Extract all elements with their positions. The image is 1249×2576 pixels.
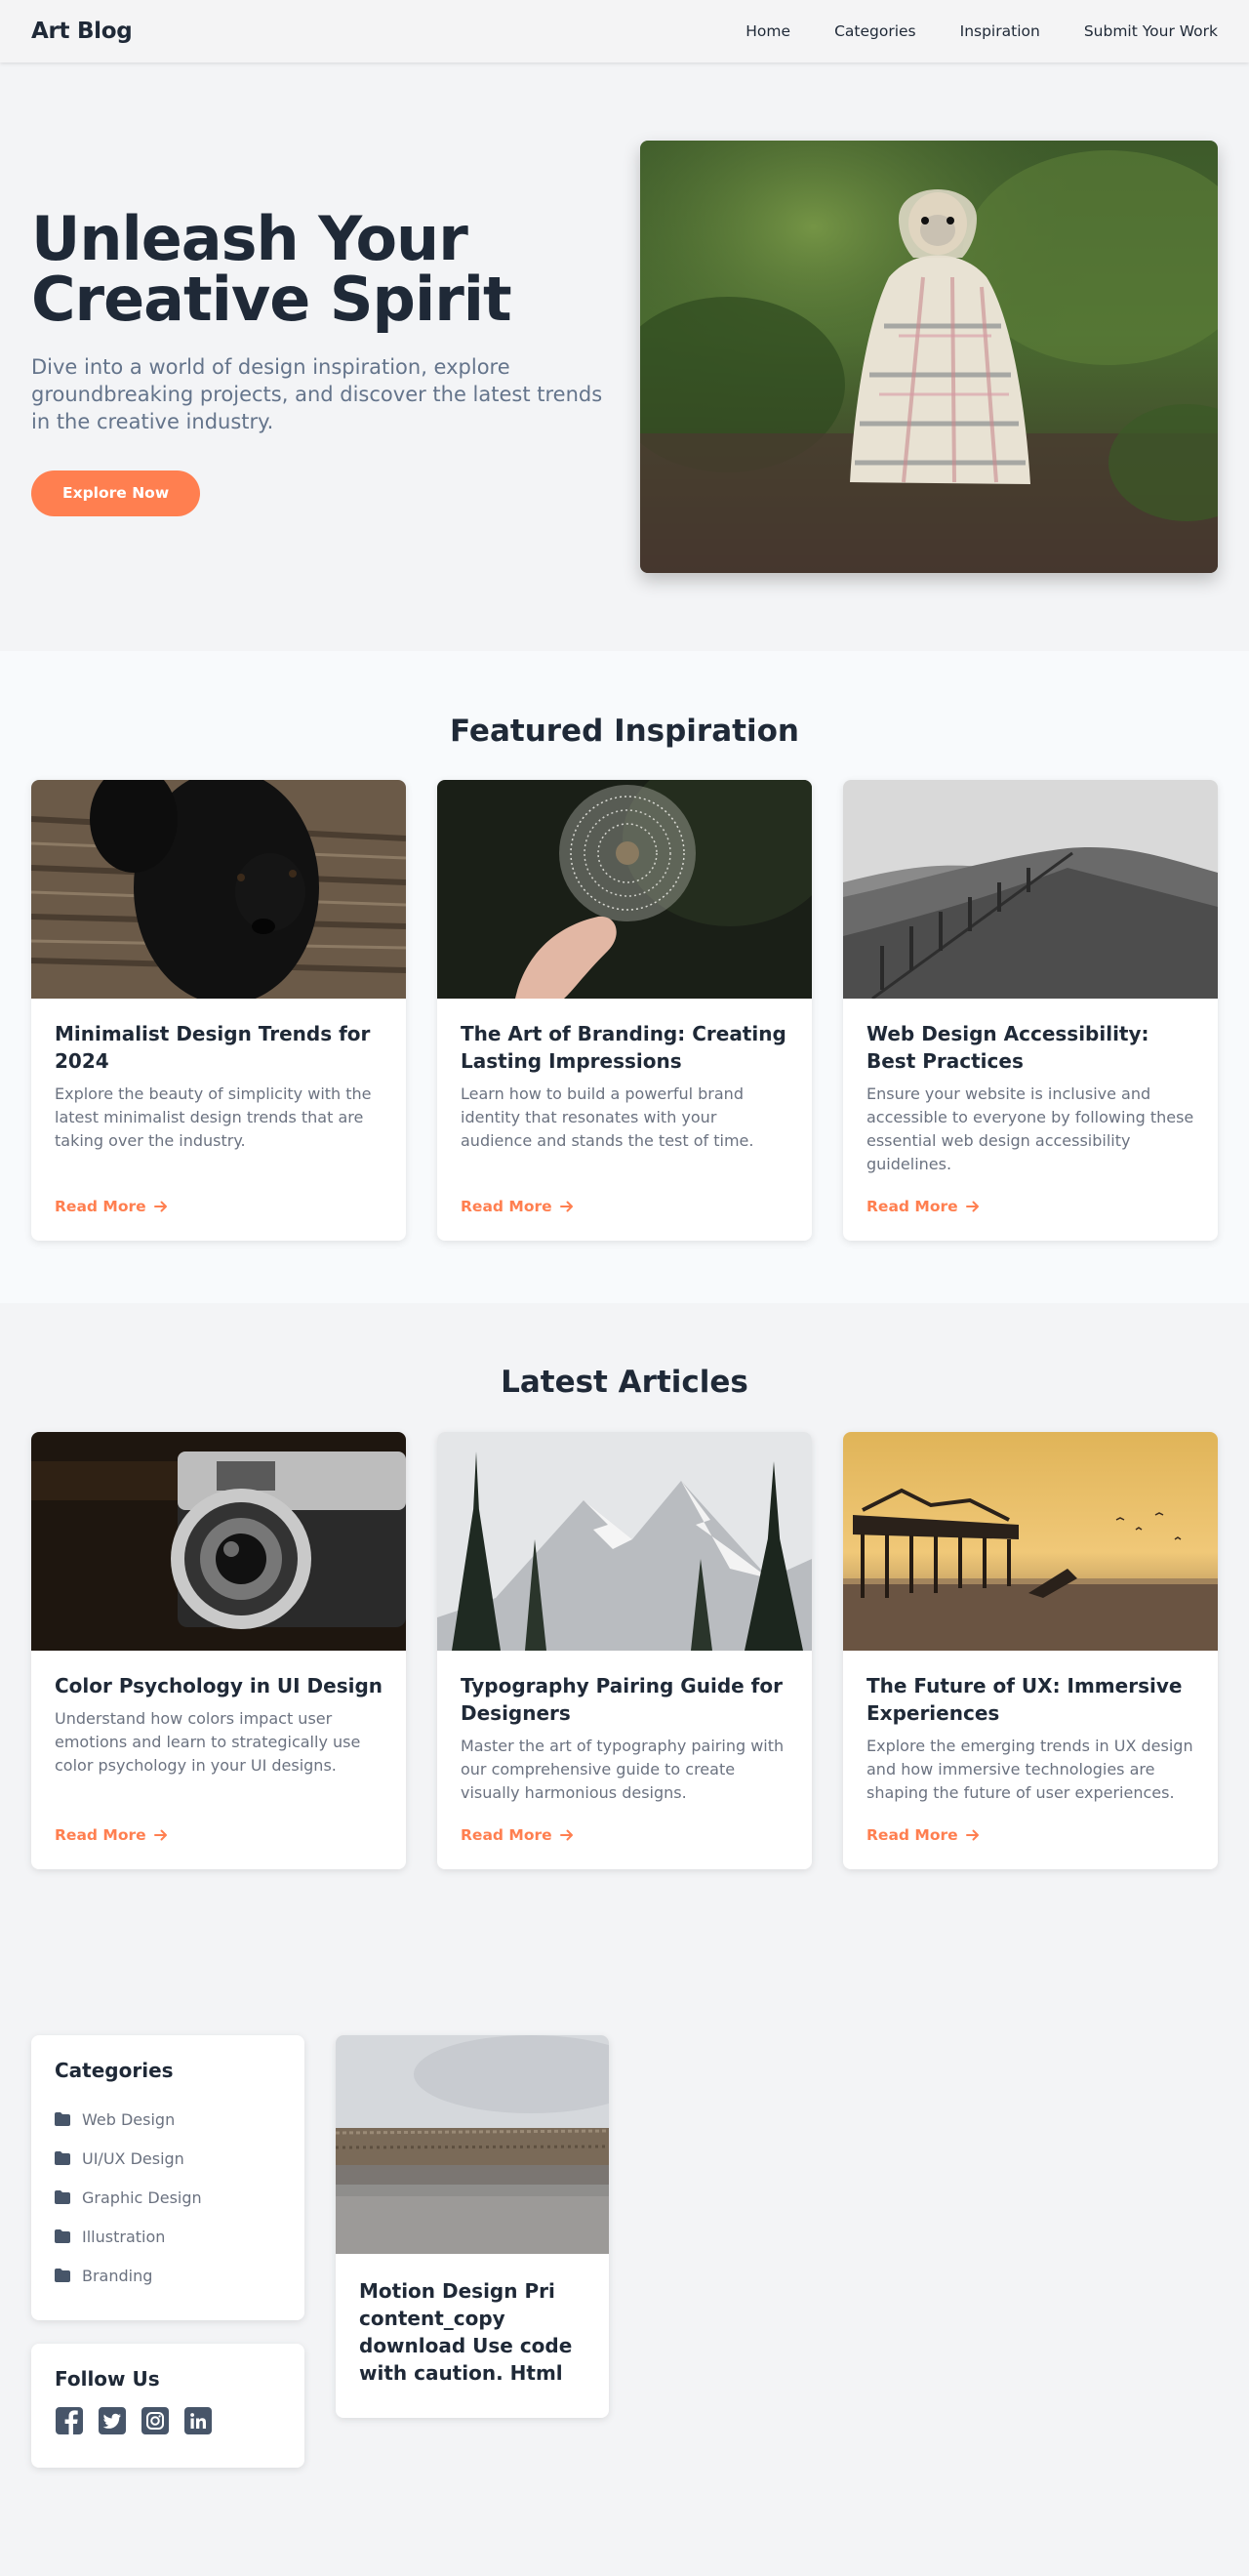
explore-now-button[interactable]: Explore Now [31, 470, 201, 516]
hero-image [640, 141, 1218, 573]
arrow-right-icon [965, 1201, 979, 1212]
category-label: Web Design [82, 2109, 176, 2129]
category-label: Branding [82, 2266, 153, 2285]
read-more-label: Read More [55, 1198, 146, 1215]
linkedin-icon[interactable] [183, 2406, 213, 2435]
featured-card-1[interactable]: Minimalist Design Trends for 2024 Explor… [31, 780, 406, 1241]
card-description: Explore the beauty of simplicity with th… [55, 1084, 372, 1150]
categories-list: Web Design UI/UX Design Graphic Design I… [55, 2100, 281, 2295]
folder-icon [55, 2112, 70, 2126]
nav-links: Home Categories Inspiration Submit Your … [745, 22, 1218, 40]
card-description: Learn how to build a powerful brand iden… [461, 1084, 754, 1150]
read-more-label: Read More [55, 1826, 146, 1844]
card-body: Color Psychology in UI Design Understand… [31, 1651, 406, 1778]
latest-section-title: Latest Articles [501, 1365, 748, 1400]
card-description: Explore the emerging trends in UX design… [866, 1737, 1193, 1802]
latest-card-1[interactable]: Color Psychology in UI Design Understand… [31, 1432, 406, 1869]
pug-in-blanket-image [640, 141, 1218, 573]
card-body: The Future of UX: Immersive Experiences … [843, 1651, 1218, 1805]
card-body: Minimalist Design Trends for 2024 Explor… [31, 999, 406, 1153]
latest-card-3[interactable]: The Future of UX: Immersive Experiences … [843, 1432, 1218, 1869]
follow-us-title: Follow Us [55, 2367, 160, 2391]
follow-us-widget: Follow Us [31, 2344, 304, 2468]
hero-title: Unleash Your Creative Spirit [31, 209, 617, 330]
featured-cards: Minimalist Design Trends for 2024 Explor… [31, 780, 1218, 1241]
card-description: Master the art of typography pairing wit… [461, 1737, 785, 1802]
nav-link-categories[interactable]: Categories [834, 22, 916, 40]
category-label: Graphic Design [82, 2188, 202, 2207]
hero-section: Unleash Your Creative Spirit Dive into a… [0, 62, 1249, 651]
read-more-label: Read More [866, 1198, 958, 1215]
ruined-pier-sunset-image [843, 1432, 1218, 1651]
folder-icon [55, 2229, 70, 2243]
hero-title-line2: Creative Spirit [31, 264, 512, 335]
brand-logo[interactable]: Art Blog [31, 19, 133, 44]
read-more-link[interactable]: Read More [866, 1198, 980, 1215]
category-label: UI/UX Design [82, 2148, 184, 2168]
category-label: Illustration [82, 2227, 166, 2246]
read-more-label: Read More [461, 1826, 552, 1844]
arrow-right-icon [153, 1829, 167, 1841]
social-links [55, 2406, 281, 2435]
nav-link-inspiration[interactable]: Inspiration [960, 22, 1040, 40]
featured-section-title: Featured Inspiration [450, 714, 799, 749]
hero-text: Unleash Your Creative Spirit Dive into a… [31, 209, 617, 516]
featured-card-2[interactable]: The Art of Branding: Creating Lasting Im… [437, 780, 812, 1241]
facebook-icon[interactable] [55, 2406, 84, 2435]
card-title[interactable]: Typography Pairing Guide for Designers [461, 1672, 788, 1727]
arrow-right-icon [153, 1201, 167, 1212]
vintage-camera-image [31, 1432, 406, 1651]
lake-stone-wall-image [336, 2035, 609, 2254]
categories-title: Categories [55, 2059, 174, 2082]
instagram-icon[interactable] [141, 2406, 170, 2435]
latest-articles-section: Latest Articles Color Psychology in UI D… [0, 1303, 1249, 1957]
read-more-link[interactable]: Read More [461, 1826, 574, 1844]
card-title[interactable]: Color Psychology in UI Design [55, 1672, 383, 1699]
snowy-mountain-forest-image [437, 1432, 812, 1651]
arrow-right-icon [559, 1201, 573, 1212]
card-description: Understand how colors impact user emotio… [55, 1709, 361, 1775]
dandelion-image [437, 780, 812, 999]
card-title[interactable]: Web Design Accessibility: Best Practices [866, 1020, 1194, 1075]
category-item-graphic-design[interactable]: Graphic Design [55, 2178, 281, 2217]
read-more-link[interactable]: Read More [55, 1198, 168, 1215]
card-body: The Art of Branding: Creating Lasting Im… [437, 999, 812, 1153]
read-more-label: Read More [461, 1198, 552, 1215]
nav-link-submit-your-work[interactable]: Submit Your Work [1084, 22, 1218, 40]
motion-card-title[interactable]: Motion Design Pri content_copy download … [336, 2254, 609, 2387]
read-more-label: Read More [866, 1826, 958, 1844]
bottom-section: Categories Web Design UI/UX Design Graph… [0, 1957, 1249, 2576]
latest-cards: Color Psychology in UI Design Understand… [31, 1432, 1218, 1869]
hillside-fence-image [843, 780, 1218, 999]
card-title[interactable]: The Art of Branding: Creating Lasting Im… [461, 1020, 788, 1075]
categories-widget: Categories Web Design UI/UX Design Graph… [31, 2035, 304, 2320]
read-more-link[interactable]: Read More [55, 1826, 168, 1844]
featured-card-3[interactable]: Web Design Accessibility: Best Practices… [843, 780, 1218, 1241]
category-item-ui-ux-design[interactable]: UI/UX Design [55, 2139, 281, 2178]
motion-design-card[interactable]: Motion Design Pri content_copy download … [336, 2035, 609, 2418]
card-title[interactable]: The Future of UX: Immersive Experiences [866, 1672, 1194, 1727]
nav-link-home[interactable]: Home [745, 22, 790, 40]
featured-inspiration-section: Featured Inspiration Minimalist Design T… [0, 651, 1249, 1303]
read-more-link[interactable]: Read More [866, 1826, 980, 1844]
card-body: Web Design Accessibility: Best Practices… [843, 999, 1218, 1176]
card-body: Typography Pairing Guide for Designers M… [437, 1651, 812, 1805]
card-description: Ensure your website is inclusive and acc… [866, 1084, 1194, 1173]
arrow-right-icon [559, 1829, 573, 1841]
card-title[interactable]: Minimalist Design Trends for 2024 [55, 1020, 383, 1075]
black-puppy-image [31, 780, 406, 999]
top-navbar: Art Blog Home Categories Inspiration Sub… [0, 0, 1249, 62]
twitter-icon[interactable] [98, 2406, 127, 2435]
category-item-branding[interactable]: Branding [55, 2256, 281, 2295]
folder-icon [55, 2269, 70, 2282]
arrow-right-icon [965, 1829, 979, 1841]
category-item-web-design[interactable]: Web Design [55, 2100, 281, 2139]
folder-icon [55, 2151, 70, 2165]
folder-icon [55, 2190, 70, 2204]
latest-card-2[interactable]: Typography Pairing Guide for Designers M… [437, 1432, 812, 1869]
category-item-illustration[interactable]: Illustration [55, 2217, 281, 2256]
read-more-link[interactable]: Read More [461, 1198, 574, 1215]
hero-subtitle: Dive into a world of design inspiration,… [31, 355, 603, 433]
